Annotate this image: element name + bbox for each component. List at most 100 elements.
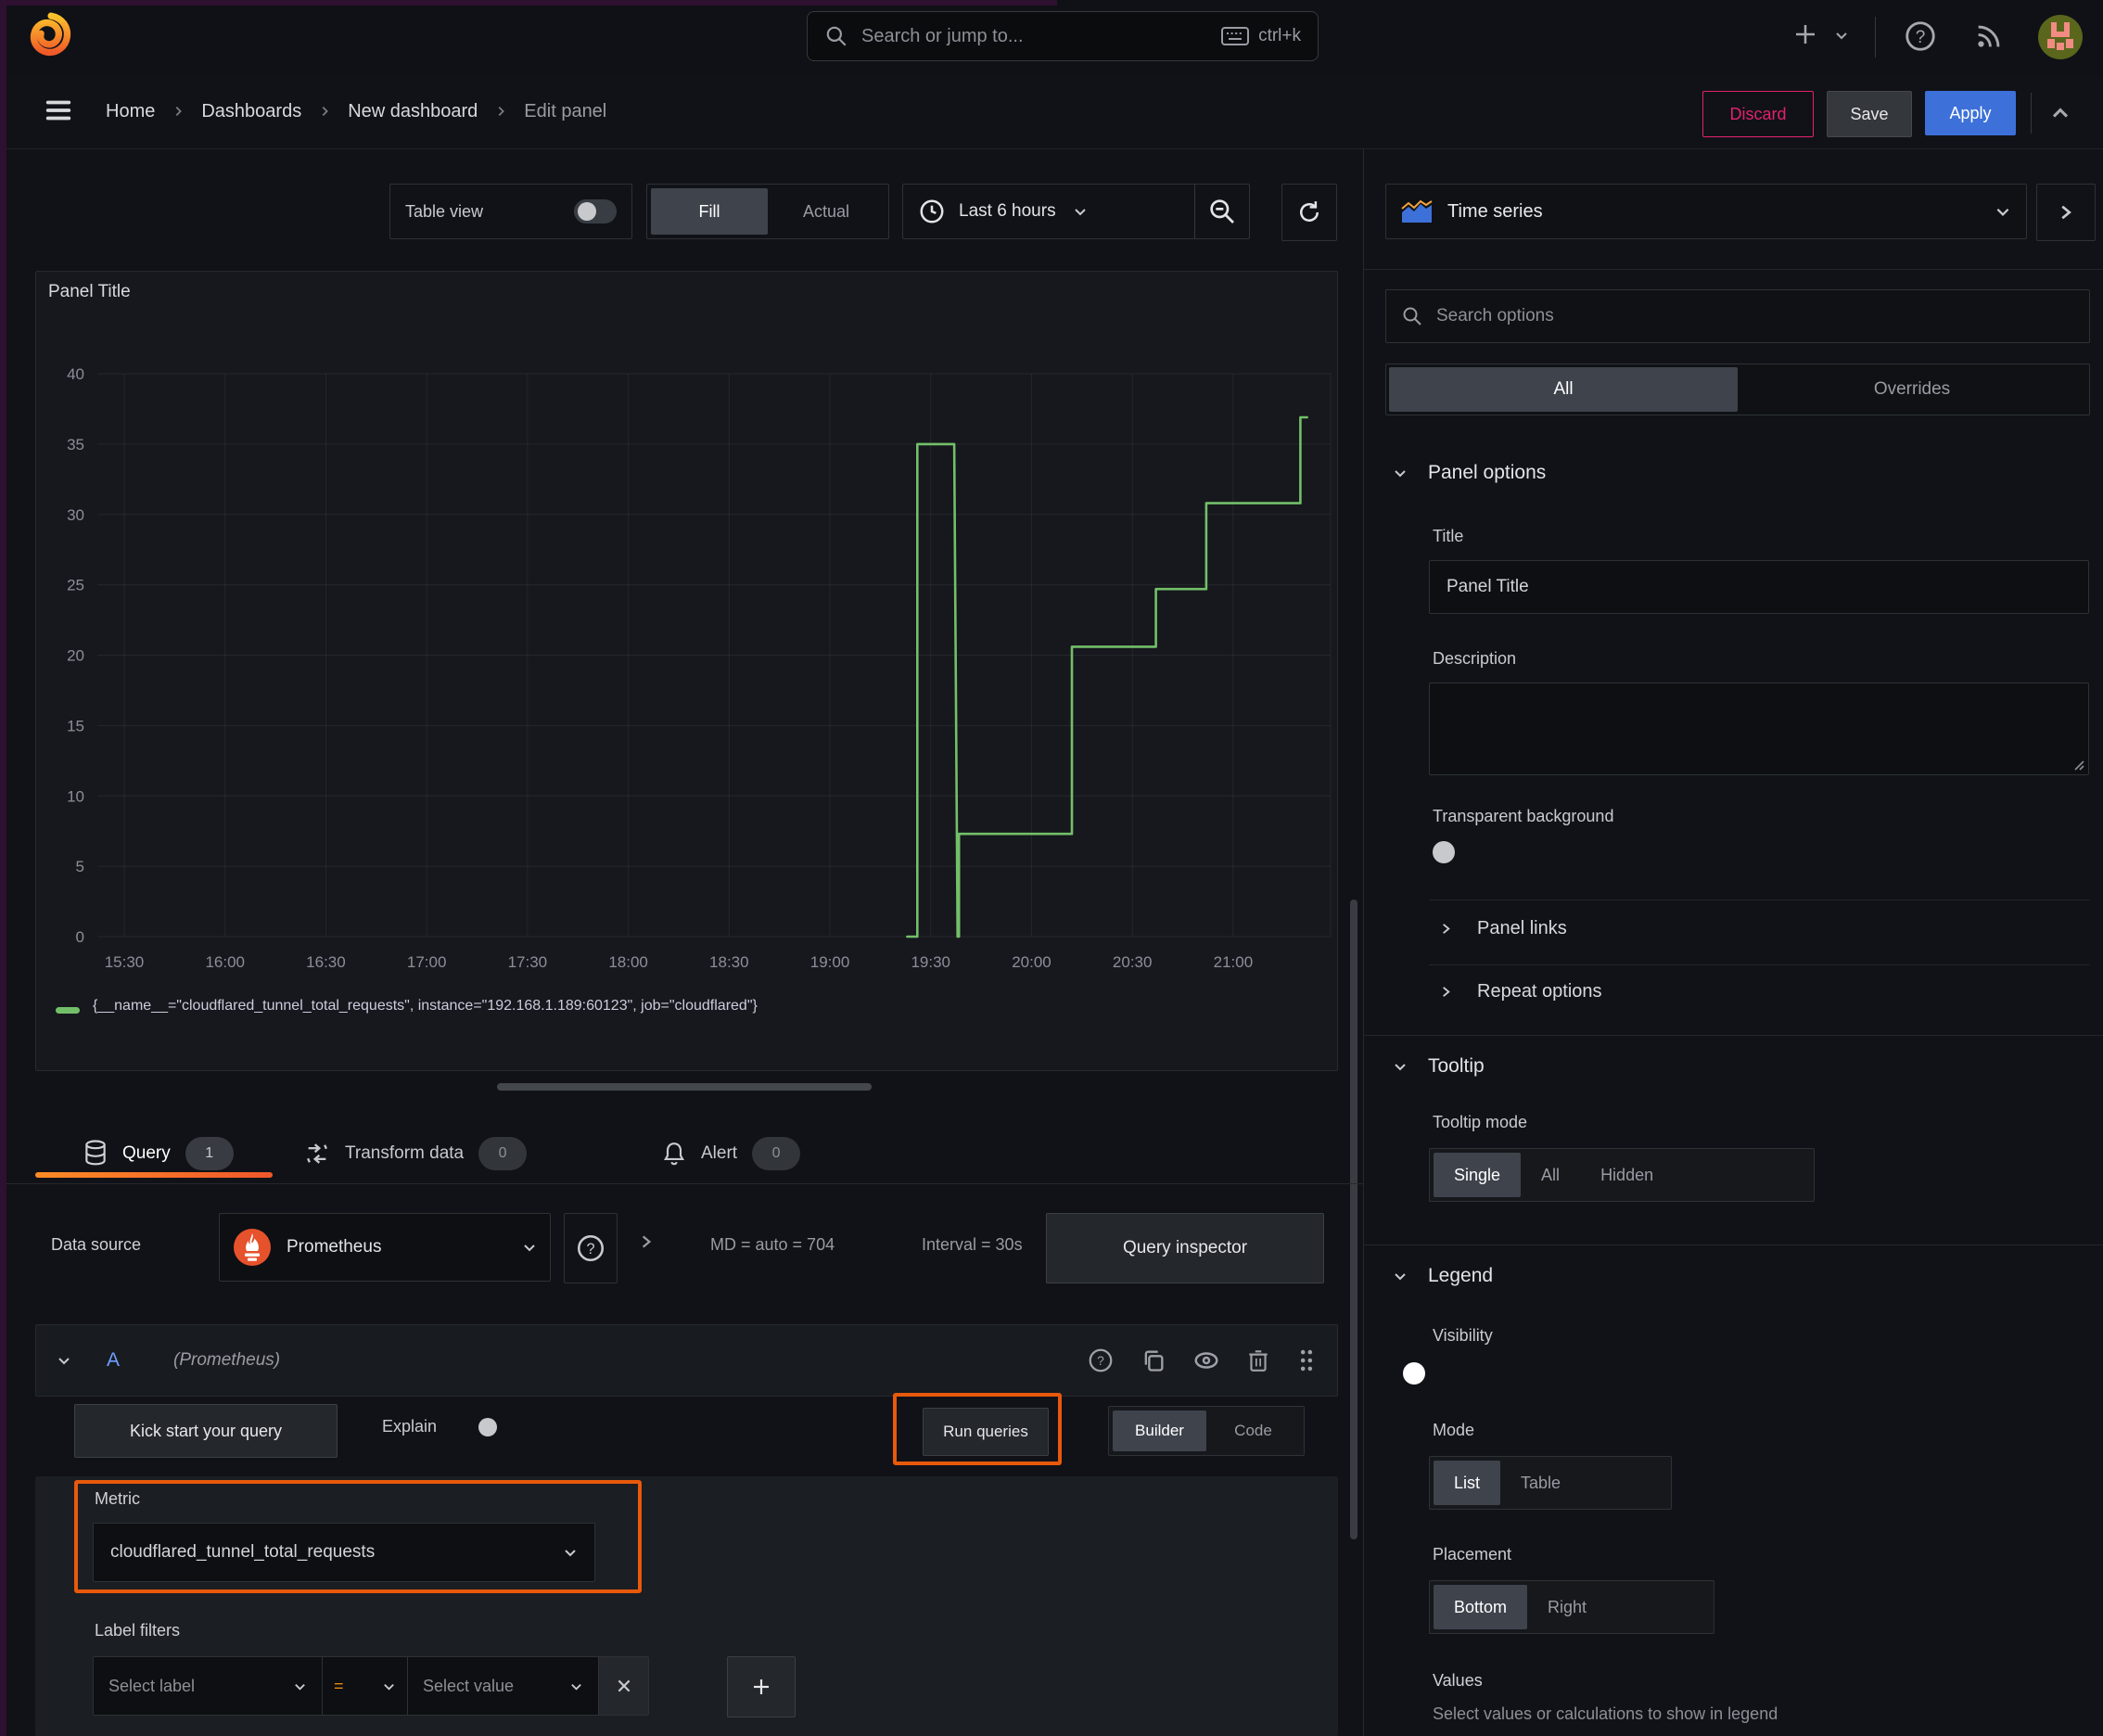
svg-text:10: 10 — [67, 787, 84, 805]
add-filter-button[interactable] — [727, 1656, 796, 1717]
window-edge-left — [0, 0, 6, 1736]
breadcrumb-dashboards[interactable]: Dashboards — [201, 101, 301, 122]
options-tab-all[interactable]: All — [1389, 367, 1738, 412]
grafana-logo-icon[interactable] — [26, 9, 72, 61]
label-filter-row: Select label = Select value — [93, 1656, 649, 1716]
collapse-up-icon[interactable] — [2047, 100, 2073, 126]
chevron-down-icon — [293, 1679, 307, 1693]
code-option[interactable]: Code — [1206, 1410, 1300, 1451]
panel-options-header[interactable]: Panel options — [1393, 462, 1546, 484]
timeseries-viz-icon — [1401, 199, 1433, 223]
svg-text:17:00: 17:00 — [407, 953, 447, 971]
panel-title-input[interactable]: Panel Title — [1429, 560, 2089, 614]
add-new-button[interactable] — [1791, 20, 1819, 48]
chevron-down-icon[interactable] — [57, 1353, 71, 1368]
legend-placement-bottom[interactable]: Bottom — [1434, 1585, 1528, 1629]
select-value-dropdown[interactable]: Select value — [408, 1656, 599, 1716]
save-button[interactable]: Save — [1827, 91, 1912, 137]
delete-query-icon[interactable] — [1246, 1347, 1270, 1373]
metric-select[interactable]: cloudflared_tunnel_total_requests — [93, 1523, 595, 1582]
actual-option[interactable]: Actual — [768, 188, 885, 235]
legend-mode-table[interactable]: Table — [1500, 1461, 1581, 1505]
select-label-dropdown[interactable]: Select label — [93, 1656, 323, 1716]
topbar-divider — [1875, 17, 1876, 57]
repeat-options-row[interactable]: Repeat options — [1439, 981, 1602, 1002]
viz-picker-label: Time series — [1447, 200, 1543, 222]
transform-icon — [304, 1141, 330, 1167]
add-new-chevron-icon[interactable] — [1834, 28, 1849, 43]
zoom-out-icon[interactable] — [1195, 185, 1249, 238]
panel-links-row[interactable]: Panel links — [1439, 918, 1567, 939]
tab-alert[interactable]: Alert 0 — [662, 1130, 801, 1178]
options-tab-overrides[interactable]: Overrides — [1738, 367, 2086, 412]
query-ref-id[interactable]: A — [107, 1349, 120, 1372]
fill-option[interactable]: Fill — [651, 188, 768, 235]
breadcrumb-home[interactable]: Home — [106, 101, 155, 122]
panel-title[interactable]: Panel Title — [48, 282, 131, 302]
time-range-group: Last 6 hours — [902, 184, 1250, 239]
builder-option[interactable]: Builder — [1113, 1410, 1206, 1451]
resize-handle-icon[interactable] — [2071, 758, 2084, 771]
options-pane-border — [1363, 148, 1364, 1736]
legend-series-swatch[interactable] — [56, 1007, 80, 1014]
hide-query-icon[interactable] — [1192, 1347, 1220, 1374]
tooltip-mode-hidden[interactable]: Hidden — [1580, 1153, 1674, 1197]
duplicate-query-icon[interactable] — [1141, 1347, 1166, 1373]
table-view-toggle[interactable] — [574, 199, 617, 223]
viz-picker-select[interactable]: Time series — [1385, 184, 2027, 239]
time-series-chart[interactable]: 0 5 10 15 20 25 30 35 40 15:30 16:00 16:30 17:00 17:3… — [37, 355, 1335, 995]
legend-mode-list[interactable]: List — [1434, 1461, 1501, 1505]
global-search-input[interactable]: Search or jump to... ctrl+k — [807, 11, 1319, 61]
tooltip-section-header[interactable]: Tooltip — [1393, 1055, 1485, 1078]
svg-text:15:30: 15:30 — [105, 953, 145, 971]
collapse-stats-icon[interactable] — [638, 1233, 655, 1250]
news-rss-icon[interactable] — [1973, 20, 2005, 52]
remove-filter-button[interactable] — [599, 1656, 649, 1716]
svg-text:35: 35 — [67, 436, 84, 453]
user-avatar[interactable] — [2038, 15, 2083, 59]
legend-series-label[interactable]: {__name__="cloudflared_tunnel_total_requ… — [93, 998, 758, 1015]
time-range-picker[interactable]: Last 6 hours — [903, 185, 1194, 238]
svg-text:40: 40 — [67, 365, 84, 383]
refresh-button[interactable] — [1281, 184, 1337, 241]
datasource-select[interactable]: Prometheus — [219, 1213, 551, 1282]
chevron-down-icon — [1393, 1059, 1408, 1074]
time-range-label: Last 6 hours — [959, 201, 1056, 221]
query-help-icon[interactable]: ? — [1087, 1347, 1115, 1374]
repeat-options-label: Repeat options — [1477, 981, 1602, 1002]
builder-code-segmented: Builder Code — [1108, 1406, 1305, 1456]
grafana-edit-panel-page: Search or jump to... ctrl+k ? Home Dashb… — [0, 0, 2103, 1736]
operator-dropdown[interactable]: = — [323, 1656, 408, 1716]
drag-handle-icon[interactable] — [1296, 1347, 1317, 1373]
kickstart-button[interactable]: Kick start your query — [74, 1404, 338, 1458]
legend-values-label: Values — [1433, 1671, 1483, 1690]
options-search-input[interactable]: Search options — [1385, 289, 2090, 343]
run-queries-button[interactable]: Run queries — [923, 1408, 1049, 1456]
svg-text:19:00: 19:00 — [810, 953, 850, 971]
menu-hamburger-icon[interactable] — [41, 95, 76, 126]
description-textarea[interactable] — [1429, 683, 2089, 775]
svg-text:?: ? — [586, 1241, 594, 1257]
query-ds-hint: (Prometheus) — [173, 1350, 281, 1370]
tooltip-mode-single[interactable]: Single — [1434, 1153, 1522, 1197]
tab-transform-label: Transform data — [345, 1143, 465, 1163]
breadcrumb-new-dashboard[interactable]: New dashboard — [348, 101, 478, 122]
query-inspector-button[interactable]: Query inspector — [1046, 1213, 1324, 1283]
legend-section-header[interactable]: Legend — [1393, 1265, 1493, 1287]
main-scrollbar[interactable] — [1350, 900, 1357, 1539]
viz-pane-expand-button[interactable] — [2036, 184, 2096, 241]
discard-button[interactable]: Discard — [1702, 91, 1814, 137]
legend-placement-right[interactable]: Right — [1527, 1585, 1607, 1629]
chevron-down-icon — [382, 1679, 396, 1693]
query-row-header[interactable]: A (Prometheus) ? — [35, 1324, 1338, 1397]
datasource-help-button[interactable]: ? — [564, 1213, 618, 1283]
svg-text:0: 0 — [76, 928, 84, 946]
tab-transform[interactable]: Transform data 0 — [304, 1130, 528, 1178]
tab-query[interactable]: Query 1 — [83, 1130, 234, 1178]
table-view-control[interactable]: Table view — [389, 184, 632, 239]
apply-button[interactable]: Apply — [1925, 91, 2016, 135]
help-icon[interactable]: ? — [1903, 19, 1938, 54]
tooltip-mode-all[interactable]: All — [1521, 1153, 1580, 1197]
tabs-bottom-border — [0, 1183, 1363, 1184]
panel-resize-handle[interactable] — [497, 1083, 872, 1091]
